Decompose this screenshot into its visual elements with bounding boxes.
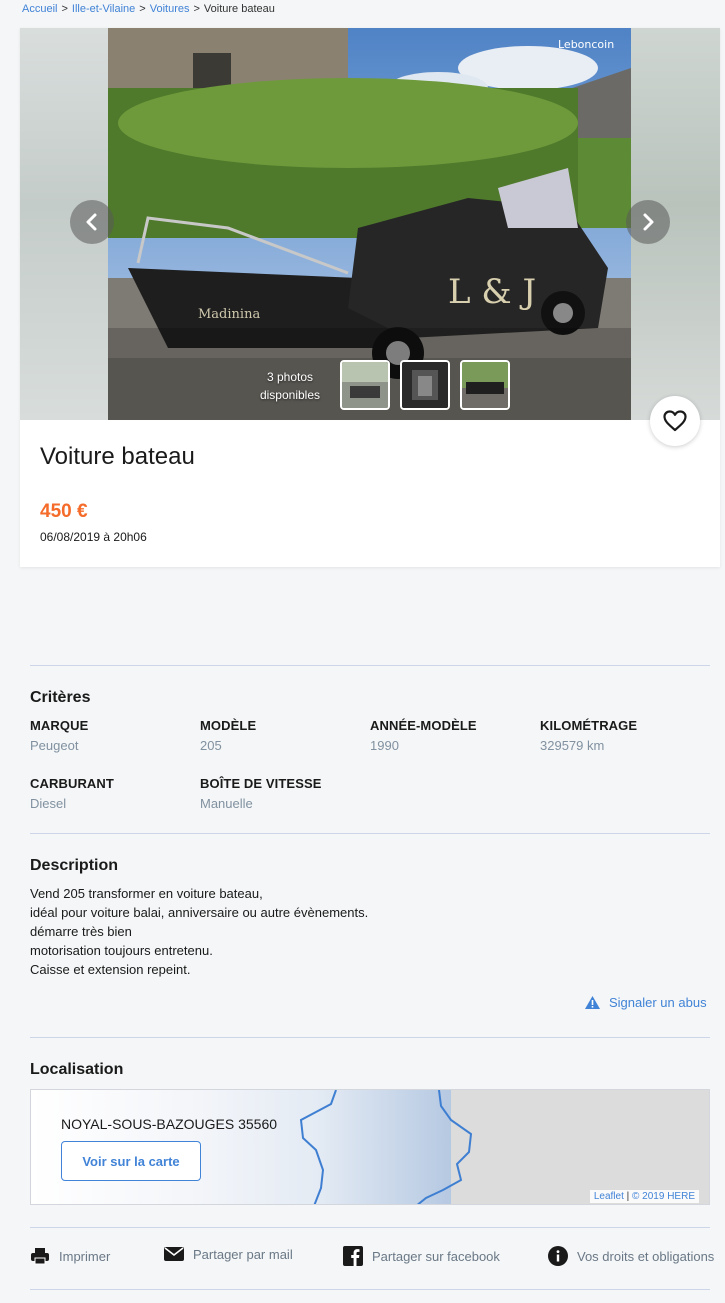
map-attribution: Leaflet | © 2019 HERE: [589, 1190, 699, 1203]
location-title: Localisation: [30, 1061, 124, 1078]
breadcrumb-separator: >: [139, 3, 146, 15]
photos-count-line1: 3 photos: [266, 370, 314, 384]
ad-price: 450 €: [40, 501, 88, 522]
location-address: NOYAL-SOUS-BAZOUGES 35560: [61, 1116, 278, 1132]
ad-date: 06/08/2019 à 20h06: [40, 530, 147, 544]
photo-watermark: Leboncoin: [558, 38, 614, 51]
criteria-value: 1990: [370, 738, 399, 753]
criteria-label: CARBURANT: [30, 776, 114, 791]
photo-gallery: L & J Madinina Leboncoin 3 photos dispon…: [20, 28, 720, 420]
facebook-icon: [343, 1246, 363, 1266]
chevron-left-icon: [86, 213, 97, 231]
warning-icon: [585, 996, 600, 1009]
description-line: motorisation toujours entretenu.: [30, 943, 213, 958]
ad-title: Voiture bateau: [40, 443, 195, 470]
criteria-item: CARBURANT Diesel: [30, 776, 200, 811]
share-mail-button[interactable]: Partager par mail: [164, 1246, 293, 1262]
rights-obligations-label: Vos droits et obligations: [577, 1248, 715, 1264]
criteria-label: ANNÉE-MODÈLE: [370, 718, 477, 733]
thumbnail-image: [342, 362, 388, 408]
divider: [30, 1037, 710, 1038]
criteria-label: MARQUE: [30, 718, 89, 733]
photo-thumbnail[interactable]: [460, 360, 510, 410]
photo-thumbnail[interactable]: [400, 360, 450, 410]
leaflet-link[interactable]: Leaflet: [594, 1191, 624, 1202]
next-photo-button[interactable]: [626, 200, 670, 244]
breadcrumb-home[interactable]: Accueil: [22, 3, 57, 15]
report-abuse-link[interactable]: Signaler un abus: [584, 995, 707, 1010]
description-line: Vend 205 transformer en voiture bateau,: [30, 886, 263, 901]
location-map[interactable]: NOYAL-SOUS-BAZOUGES 35560 Voir sur la ca…: [30, 1089, 710, 1205]
photos-count[interactable]: 3 photos disponibles: [225, 368, 355, 404]
criteria-value: 205: [200, 738, 222, 753]
criteria-value: Peugeot: [30, 738, 79, 753]
report-abuse-label: Signaler un abus: [609, 995, 707, 1010]
svg-text:Madinina: Madinina: [198, 307, 260, 322]
print-button[interactable]: Imprimer: [30, 1246, 110, 1266]
rights-obligations-link[interactable]: Vos droits et obligations: [548, 1246, 714, 1266]
map-credit-separator: |: [626, 1191, 630, 1202]
divider: [30, 1289, 710, 1290]
criteria-value: 329579 km: [540, 738, 605, 753]
breadcrumb-region[interactable]: Ille-et-Vilaine: [72, 3, 135, 15]
description-line: Caisse et extension repeint.: [30, 962, 191, 977]
svg-text:L & J: L & J: [448, 272, 536, 312]
photos-count-line2: disponibles: [259, 388, 321, 402]
criteria-value: Manuelle: [200, 796, 253, 811]
breadcrumb-category[interactable]: Voitures: [150, 3, 190, 15]
criteria-item: BOÎTE DE VITESSE Manuelle: [200, 776, 370, 811]
divider: [30, 665, 710, 666]
view-map-button[interactable]: Voir sur la carte: [61, 1141, 201, 1181]
criteria-label: KILOMÉTRAGE: [540, 718, 638, 733]
criteria-item: ANNÉE-MODÈLE 1990: [370, 718, 540, 753]
share-facebook-button[interactable]: Partager sur facebook: [343, 1246, 500, 1266]
criteria-value: Diesel: [30, 796, 67, 811]
breadcrumb-separator: >: [193, 3, 200, 15]
info-icon: [548, 1246, 568, 1266]
share-facebook-label: Partager sur facebook: [372, 1248, 500, 1264]
description-title: Description: [30, 857, 119, 874]
heart-icon: [663, 410, 687, 432]
photo-thumbnail[interactable]: [340, 360, 390, 410]
print-label: Imprimer: [59, 1248, 111, 1264]
previous-photo-button[interactable]: [70, 200, 114, 244]
divider: [30, 1227, 710, 1228]
breadcrumb-separator: >: [61, 3, 68, 15]
criteria-item: MARQUE Peugeot: [30, 718, 200, 753]
description-line: démarre très bien: [30, 924, 132, 939]
criteria-item: KILOMÉTRAGE 329579 km: [540, 718, 710, 753]
divider: [30, 833, 710, 834]
printer-icon: [31, 1248, 49, 1265]
thumbnail-image: [402, 362, 448, 408]
share-mail-label: Partager par mail: [193, 1246, 293, 1262]
favorite-button[interactable]: [650, 396, 700, 446]
criteria-label: BOÎTE DE VITESSE: [200, 776, 322, 791]
criteria-title: Critères: [30, 689, 91, 706]
chevron-right-icon: [643, 213, 654, 231]
breadcrumb: Accueil > Ille-et-Vilaine > Voitures > Voiture…: [22, 3, 275, 15]
criteria-item: MODÈLE 205: [200, 718, 370, 753]
thumbnail-image: [462, 362, 508, 408]
description-text: Vend 205 transformer en voiture bateau, …: [30, 884, 368, 979]
breadcrumb-current: Voiture bateau: [203, 3, 275, 15]
ad-card: L & J Madinina Leboncoin 3 photos dispon…: [20, 28, 720, 567]
here-link[interactable]: © 2019 HERE: [632, 1191, 695, 1202]
mail-icon: [164, 1247, 184, 1261]
description-line: idéal pour voiture balai, anniversaire o…: [30, 905, 369, 920]
criteria-label: MODÈLE: [200, 718, 257, 733]
